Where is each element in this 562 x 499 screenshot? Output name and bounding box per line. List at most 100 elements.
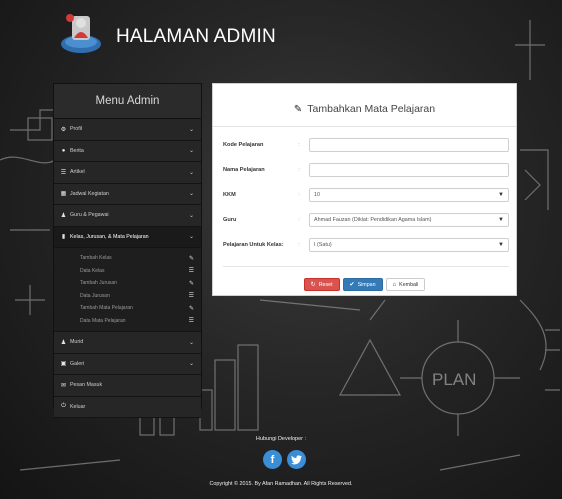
chevron-down-icon: ⌄ bbox=[188, 339, 194, 346]
submenu-item-tambah-mata-pelajaran[interactable]: Tambah Mata Pelajaran ✎ bbox=[54, 302, 201, 315]
sidebar-menu: Menu Admin ⚙ Profil ⌄ ● Berita ⌄ ☰ Artik… bbox=[53, 83, 202, 418]
chevron-down-icon: ⌄ bbox=[188, 234, 194, 241]
submenu-item-label: Data Jurusan bbox=[80, 292, 110, 299]
form-actions: ↻ Reset ✔ Simpan ⌂ Kembali bbox=[213, 278, 516, 291]
submenu-item-label: Tambah Kelas bbox=[80, 255, 112, 262]
field-colon: : bbox=[298, 192, 300, 198]
list-icon: ☰ bbox=[188, 318, 194, 325]
field-label: Guru bbox=[223, 217, 237, 223]
admin-logo-icon bbox=[58, 10, 104, 56]
sidebar-item-berita[interactable]: ● Berita ⌄ bbox=[54, 140, 201, 162]
svg-text:PLAN: PLAN bbox=[432, 370, 476, 389]
submenu-item-data-kelas[interactable]: Data Kelas ☰ bbox=[54, 265, 201, 278]
chevron-down-icon: ⌄ bbox=[188, 212, 194, 219]
field-colon: : bbox=[298, 142, 300, 148]
sidebar-item-pesan-masuk[interactable]: ✉ Pesan Masuk bbox=[54, 375, 201, 397]
sidebar-item-keluar[interactable]: ⏻ Keluar bbox=[54, 396, 201, 418]
form-row-guru: Guru : Ahmad Fauzan (Diklat: Pendidikan … bbox=[223, 212, 509, 228]
form-row-kelas: Pelajaran Untuk Kelas: : I (Satu) ▼ bbox=[223, 237, 509, 253]
form-row-kkm: KKM : 10 ▼ bbox=[223, 187, 509, 203]
sidebar-item-profil[interactable]: ⚙ Profil ⌄ bbox=[54, 119, 201, 141]
power-icon: ⏻ bbox=[61, 403, 66, 410]
sidebar-item-label: Kelas, Jurusan, & Mata Pelajaran bbox=[70, 233, 149, 240]
field-colon: : bbox=[298, 167, 300, 173]
pencil-icon: ✎ bbox=[188, 255, 194, 262]
home-icon: ⌂ bbox=[392, 281, 397, 288]
calendar-icon: ▦ bbox=[60, 191, 67, 198]
check-icon: ✔ bbox=[349, 282, 355, 288]
sidebar-item-guru-pegawai[interactable]: ♟ Guru & Pegawai ⌄ bbox=[54, 205, 201, 227]
field-label: Pelajaran Untuk Kelas: bbox=[223, 242, 284, 248]
copyright-text: Copyright © 2015. By Afan Ramadhan. All … bbox=[209, 481, 353, 487]
list-icon: ☰ bbox=[60, 169, 67, 176]
site-header: HALAMAN ADMIN bbox=[0, 0, 562, 64]
sidebar-item-label: Berita bbox=[70, 147, 84, 154]
kkm-select[interactable]: 10 ▼ bbox=[309, 188, 509, 202]
select-value: I (Satu) bbox=[314, 242, 332, 248]
field-label: Kode Pelajaran bbox=[223, 142, 264, 148]
sidebar-item-galeri[interactable]: ▣ Galeri ⌄ bbox=[54, 353, 201, 375]
inbox-icon: ✉ bbox=[60, 382, 67, 389]
form-title: Tambahkan Mata Pelajaran bbox=[307, 103, 436, 115]
submenu-item-label: Tambah Mata Pelajaran bbox=[80, 305, 133, 312]
submenu-item-data-jurusan[interactable]: Data Jurusan ☰ bbox=[54, 290, 201, 303]
sidebar-item-kelas-jurusan-mapel[interactable]: ▮ Kelas, Jurusan, & Mata Pelajaran ⌄ bbox=[54, 226, 201, 248]
pencil-icon: ✎ bbox=[293, 103, 303, 115]
submenu-item-data-mata-pelajaran[interactable]: Data Mata Pelajaran ☰ bbox=[54, 315, 201, 328]
globe-icon: ● bbox=[61, 147, 66, 154]
sidebar-item-artikel[interactable]: ☰ Artikel ⌄ bbox=[54, 162, 201, 184]
chevron-down-icon: ⌄ bbox=[188, 191, 194, 198]
submenu-item-tambah-kelas[interactable]: Tambah Kelas ✎ bbox=[54, 252, 201, 265]
chevron-down-icon: ⌄ bbox=[188, 148, 194, 155]
bookmark-icon: ▮ bbox=[61, 234, 66, 241]
gear-icon: ⚙ bbox=[60, 126, 67, 133]
form-header: ✎ Tambahkan Mata Pelajaran bbox=[213, 92, 516, 127]
refresh-icon: ↻ bbox=[310, 282, 316, 288]
sidebar-item-murid[interactable]: ♟ Murid ⌄ bbox=[54, 332, 201, 354]
footer-contact-label: Hubungi Developer : bbox=[255, 436, 307, 442]
field-colon: : bbox=[298, 217, 300, 223]
sidebar-item-label: Keluar bbox=[70, 403, 86, 410]
field-colon: : bbox=[298, 242, 300, 248]
sidebar-item-label: Pesan Masuk bbox=[70, 382, 103, 389]
form-row-nama: Nama Pelajaran : bbox=[223, 162, 509, 178]
add-subject-form: ✎ Tambahkan Mata Pelajaran Kode Pelajara… bbox=[212, 83, 517, 296]
guru-select[interactable]: Ahmad Fauzan (Diklat: Pendidikan Agama I… bbox=[309, 213, 509, 227]
back-button[interactable]: ⌂ Kembali bbox=[385, 278, 426, 291]
save-button[interactable]: ✔ Simpan bbox=[342, 278, 383, 291]
user-icon: ♟ bbox=[60, 339, 67, 346]
field-label: KKM bbox=[223, 192, 236, 198]
user-icon: ♟ bbox=[60, 212, 67, 219]
sidebar-item-label: Galeri bbox=[70, 360, 85, 367]
caret-down-icon: ▼ bbox=[498, 242, 504, 248]
site-title: HALAMAN ADMIN bbox=[116, 26, 276, 47]
list-icon: ☰ bbox=[188, 293, 194, 300]
sidebar-item-label: Murid bbox=[70, 339, 84, 346]
sidebar-item-label: Jadwal Kegiatan bbox=[70, 190, 109, 197]
sidebar-title: Menu Admin bbox=[54, 84, 201, 119]
chevron-down-icon: ⌄ bbox=[188, 169, 194, 176]
select-value: Ahmad Fauzan (Diklat: Pendidikan Agama I… bbox=[314, 217, 432, 223]
twitter-icon[interactable] bbox=[287, 450, 306, 469]
nama-pelajaran-input[interactable] bbox=[309, 163, 509, 177]
chevron-down-icon: ⌄ bbox=[188, 126, 194, 133]
list-icon: ☰ bbox=[188, 268, 194, 275]
kode-pelajaran-input[interactable] bbox=[309, 138, 509, 152]
chevron-down-icon: ⌄ bbox=[188, 361, 194, 368]
sidebar-item-label: Artikel bbox=[70, 169, 85, 176]
reset-button[interactable]: ↻ Reset bbox=[303, 278, 340, 291]
select-value: 10 bbox=[314, 192, 320, 198]
sidebar-submenu: Tambah Kelas ✎ Data Kelas ☰ Tambah Jurus… bbox=[54, 248, 201, 332]
facebook-icon[interactable]: f bbox=[263, 450, 282, 469]
sidebar-item-jadwal-kegiatan[interactable]: ▦ Jadwal Kegiatan ⌄ bbox=[54, 183, 201, 205]
submenu-item-tambah-jurusan[interactable]: Tambah Jurusan ✎ bbox=[54, 277, 201, 290]
submenu-item-label: Data Kelas bbox=[80, 267, 105, 274]
sidebar-item-label: Profil bbox=[70, 126, 83, 133]
submenu-item-label: Tambah Jurusan bbox=[80, 280, 117, 287]
submenu-item-label: Data Mata Pelajaran bbox=[80, 317, 126, 324]
pencil-icon: ✎ bbox=[188, 305, 194, 312]
caret-down-icon: ▼ bbox=[498, 217, 504, 223]
sidebar-item-label: Guru & Pegawai bbox=[70, 212, 109, 219]
kelas-select[interactable]: I (Satu) ▼ bbox=[309, 238, 509, 252]
form-divider bbox=[223, 266, 509, 267]
